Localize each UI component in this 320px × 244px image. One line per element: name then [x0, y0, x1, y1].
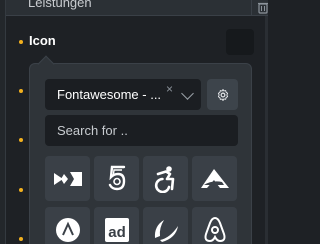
popup-arrow [37, 55, 55, 73]
panel-left-border [0, 0, 6, 244]
trash-icon[interactable] [257, 1, 269, 14]
control-indicator-dot [19, 89, 23, 93]
icon-tile[interactable] [192, 156, 237, 201]
icon-tile[interactable] [143, 156, 188, 201]
icon-settings-button[interactable] [207, 79, 238, 110]
control-indicator-dot [19, 237, 23, 241]
icon-tile[interactable] [143, 207, 188, 244]
accusoft-icon [200, 168, 229, 188]
adn-icon: ad [104, 217, 129, 242]
accessible-icon [154, 165, 174, 193]
500px-icon [108, 165, 125, 190]
control-indicator-dot [19, 188, 23, 192]
control-indicator-dot [19, 138, 23, 142]
icon-library-value: Fontawesome - ... [57, 87, 162, 102]
gear-icon [217, 88, 228, 101]
field-label-above: Leistungen [28, 0, 92, 10]
icon-tile[interactable] [94, 156, 139, 201]
icon-tile[interactable] [45, 156, 90, 201]
airbnb-icon [204, 216, 225, 242]
icon-tile[interactable] [192, 207, 237, 244]
field-row-above: Leistungen [6, 0, 268, 16]
icon-picker-popup: Fontawesome - ... × Search for .. ad [29, 55, 252, 244]
icon-library-select[interactable]: Fontawesome - ... × [45, 79, 201, 110]
bowtie-icon [53, 171, 82, 186]
chevron-down-icon[interactable] [181, 87, 194, 100]
icon-tile[interactable] [45, 207, 90, 244]
row-divider [251, 0, 252, 16]
clear-icon[interactable]: × [166, 82, 173, 96]
icon-tile[interactable]: ad [94, 207, 139, 244]
control-indicator-dot [19, 40, 23, 44]
affiliatetheme-icon [154, 219, 178, 242]
icon-preview-button[interactable] [226, 29, 254, 55]
scrollbar-track[interactable] [265, 16, 268, 244]
icon-control-label: Icon [29, 33, 56, 48]
adversal-icon [55, 217, 80, 242]
icon-search-input[interactable] [45, 115, 238, 146]
svg-text:ad: ad [108, 224, 126, 241]
